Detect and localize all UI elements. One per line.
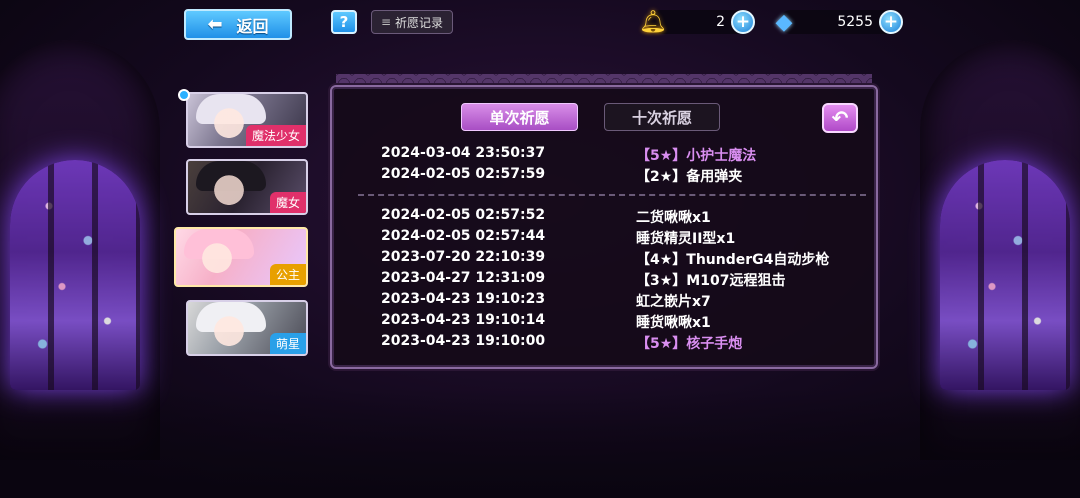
record-row: 2024-03-04 23:50:37 【5★】小护士魔法 bbox=[381, 145, 851, 166]
bell-amount: 2 bbox=[716, 14, 725, 30]
return-icon[interactable]: ↶ bbox=[822, 103, 858, 133]
gem-currency: ◆ 5255 + bbox=[776, 10, 903, 35]
record-row: 2024-02-05 02:57:52 二货啾啾x1 bbox=[381, 207, 851, 228]
record-item: 虹之嵌片x7 bbox=[636, 294, 711, 310]
record-icon: ≡ bbox=[380, 15, 392, 29]
stained-glass-window-left bbox=[10, 160, 140, 390]
help-button[interactable]: ? bbox=[331, 10, 357, 34]
record-time: 2023-04-27 12:31:09 bbox=[381, 270, 546, 286]
character-card-magical-girl[interactable]: 魔法少女 bbox=[186, 92, 308, 148]
record-time: 2023-07-20 22:10:39 bbox=[381, 249, 546, 265]
record-row: 2023-04-23 19:10:14 睡货啾啾x1 bbox=[381, 312, 851, 333]
record-item: 睡货啾啾x1 bbox=[636, 315, 711, 331]
character-label: 公主 bbox=[269, 264, 306, 285]
character-label: 魔法少女 bbox=[245, 125, 306, 146]
record-row: 2023-07-20 22:10:39 【4★】ThunderG4自动步枪 bbox=[381, 249, 851, 270]
character-card-cute-star[interactable]: 萌星 bbox=[186, 300, 308, 356]
wish-record-button[interactable]: ≡ 祈愿记录 bbox=[371, 10, 453, 34]
gem-icon: ◆ bbox=[775, 9, 793, 35]
add-bell-button[interactable]: + bbox=[731, 10, 755, 34]
record-item: 睡货精灵II型x1 bbox=[636, 231, 736, 247]
tab-single-wish[interactable]: 单次祈愿 bbox=[461, 103, 578, 131]
character-label: 魔女 bbox=[269, 192, 306, 213]
character-card-princess[interactable]: 公主 bbox=[174, 227, 308, 287]
record-time: 2023-04-23 19:10:23 bbox=[381, 291, 546, 307]
bell-currency: 🔔︎ 2 + bbox=[639, 10, 755, 35]
wish-record-label: 祈愿记录 bbox=[395, 15, 444, 30]
character-label: 萌星 bbox=[269, 333, 306, 354]
record-item: 【5★】小护士魔法 bbox=[636, 148, 757, 164]
records-divider bbox=[358, 194, 866, 196]
record-time: 2024-03-04 23:50:37 bbox=[381, 145, 546, 161]
back-button[interactable]: ⬅ 返回 bbox=[184, 9, 292, 40]
back-button-label: 返回 bbox=[236, 16, 269, 36]
record-item: 二货啾啾x1 bbox=[636, 210, 711, 226]
gem-amount: 5255 bbox=[837, 14, 873, 30]
record-time: 2024-02-05 02:57:52 bbox=[381, 207, 546, 223]
stained-glass-window-right bbox=[940, 160, 1070, 390]
back-arrow-icon: ⬅ bbox=[207, 14, 223, 35]
add-gem-button[interactable]: + bbox=[879, 10, 903, 34]
record-item: 【2★】备用弹夹 bbox=[636, 169, 743, 185]
record-row: 2024-02-05 02:57:44 睡货精灵II型x1 bbox=[381, 228, 851, 249]
floor-shadow bbox=[0, 388, 1080, 498]
record-item: 【4★】ThunderG4自动步枪 bbox=[636, 252, 830, 268]
character-card-witch[interactable]: 魔女 bbox=[186, 159, 308, 215]
record-time: 2023-04-23 19:10:14 bbox=[381, 312, 546, 328]
record-time: 2023-04-23 19:10:00 bbox=[381, 333, 546, 349]
bell-icon: 🔔︎ bbox=[639, 9, 667, 35]
record-row: 2023-04-23 19:10:23 虹之嵌片x7 bbox=[381, 291, 851, 312]
record-row: 2023-04-23 19:10:00 【5★】核子手炮 bbox=[381, 333, 851, 354]
tab-ten-wish[interactable]: 十次祈愿 bbox=[604, 103, 720, 131]
record-row: 2024-02-05 02:57:59 【2★】备用弹夹 bbox=[381, 166, 851, 187]
record-row: 2023-04-27 12:31:09 【3★】M107远程狙击 bbox=[381, 270, 851, 291]
record-item: 【3★】M107远程狙击 bbox=[636, 273, 786, 289]
record-item: 【5★】核子手炮 bbox=[636, 336, 743, 352]
record-time: 2024-02-05 02:57:59 bbox=[381, 166, 546, 182]
record-time: 2024-02-05 02:57:44 bbox=[381, 228, 546, 244]
notification-dot bbox=[178, 89, 190, 101]
